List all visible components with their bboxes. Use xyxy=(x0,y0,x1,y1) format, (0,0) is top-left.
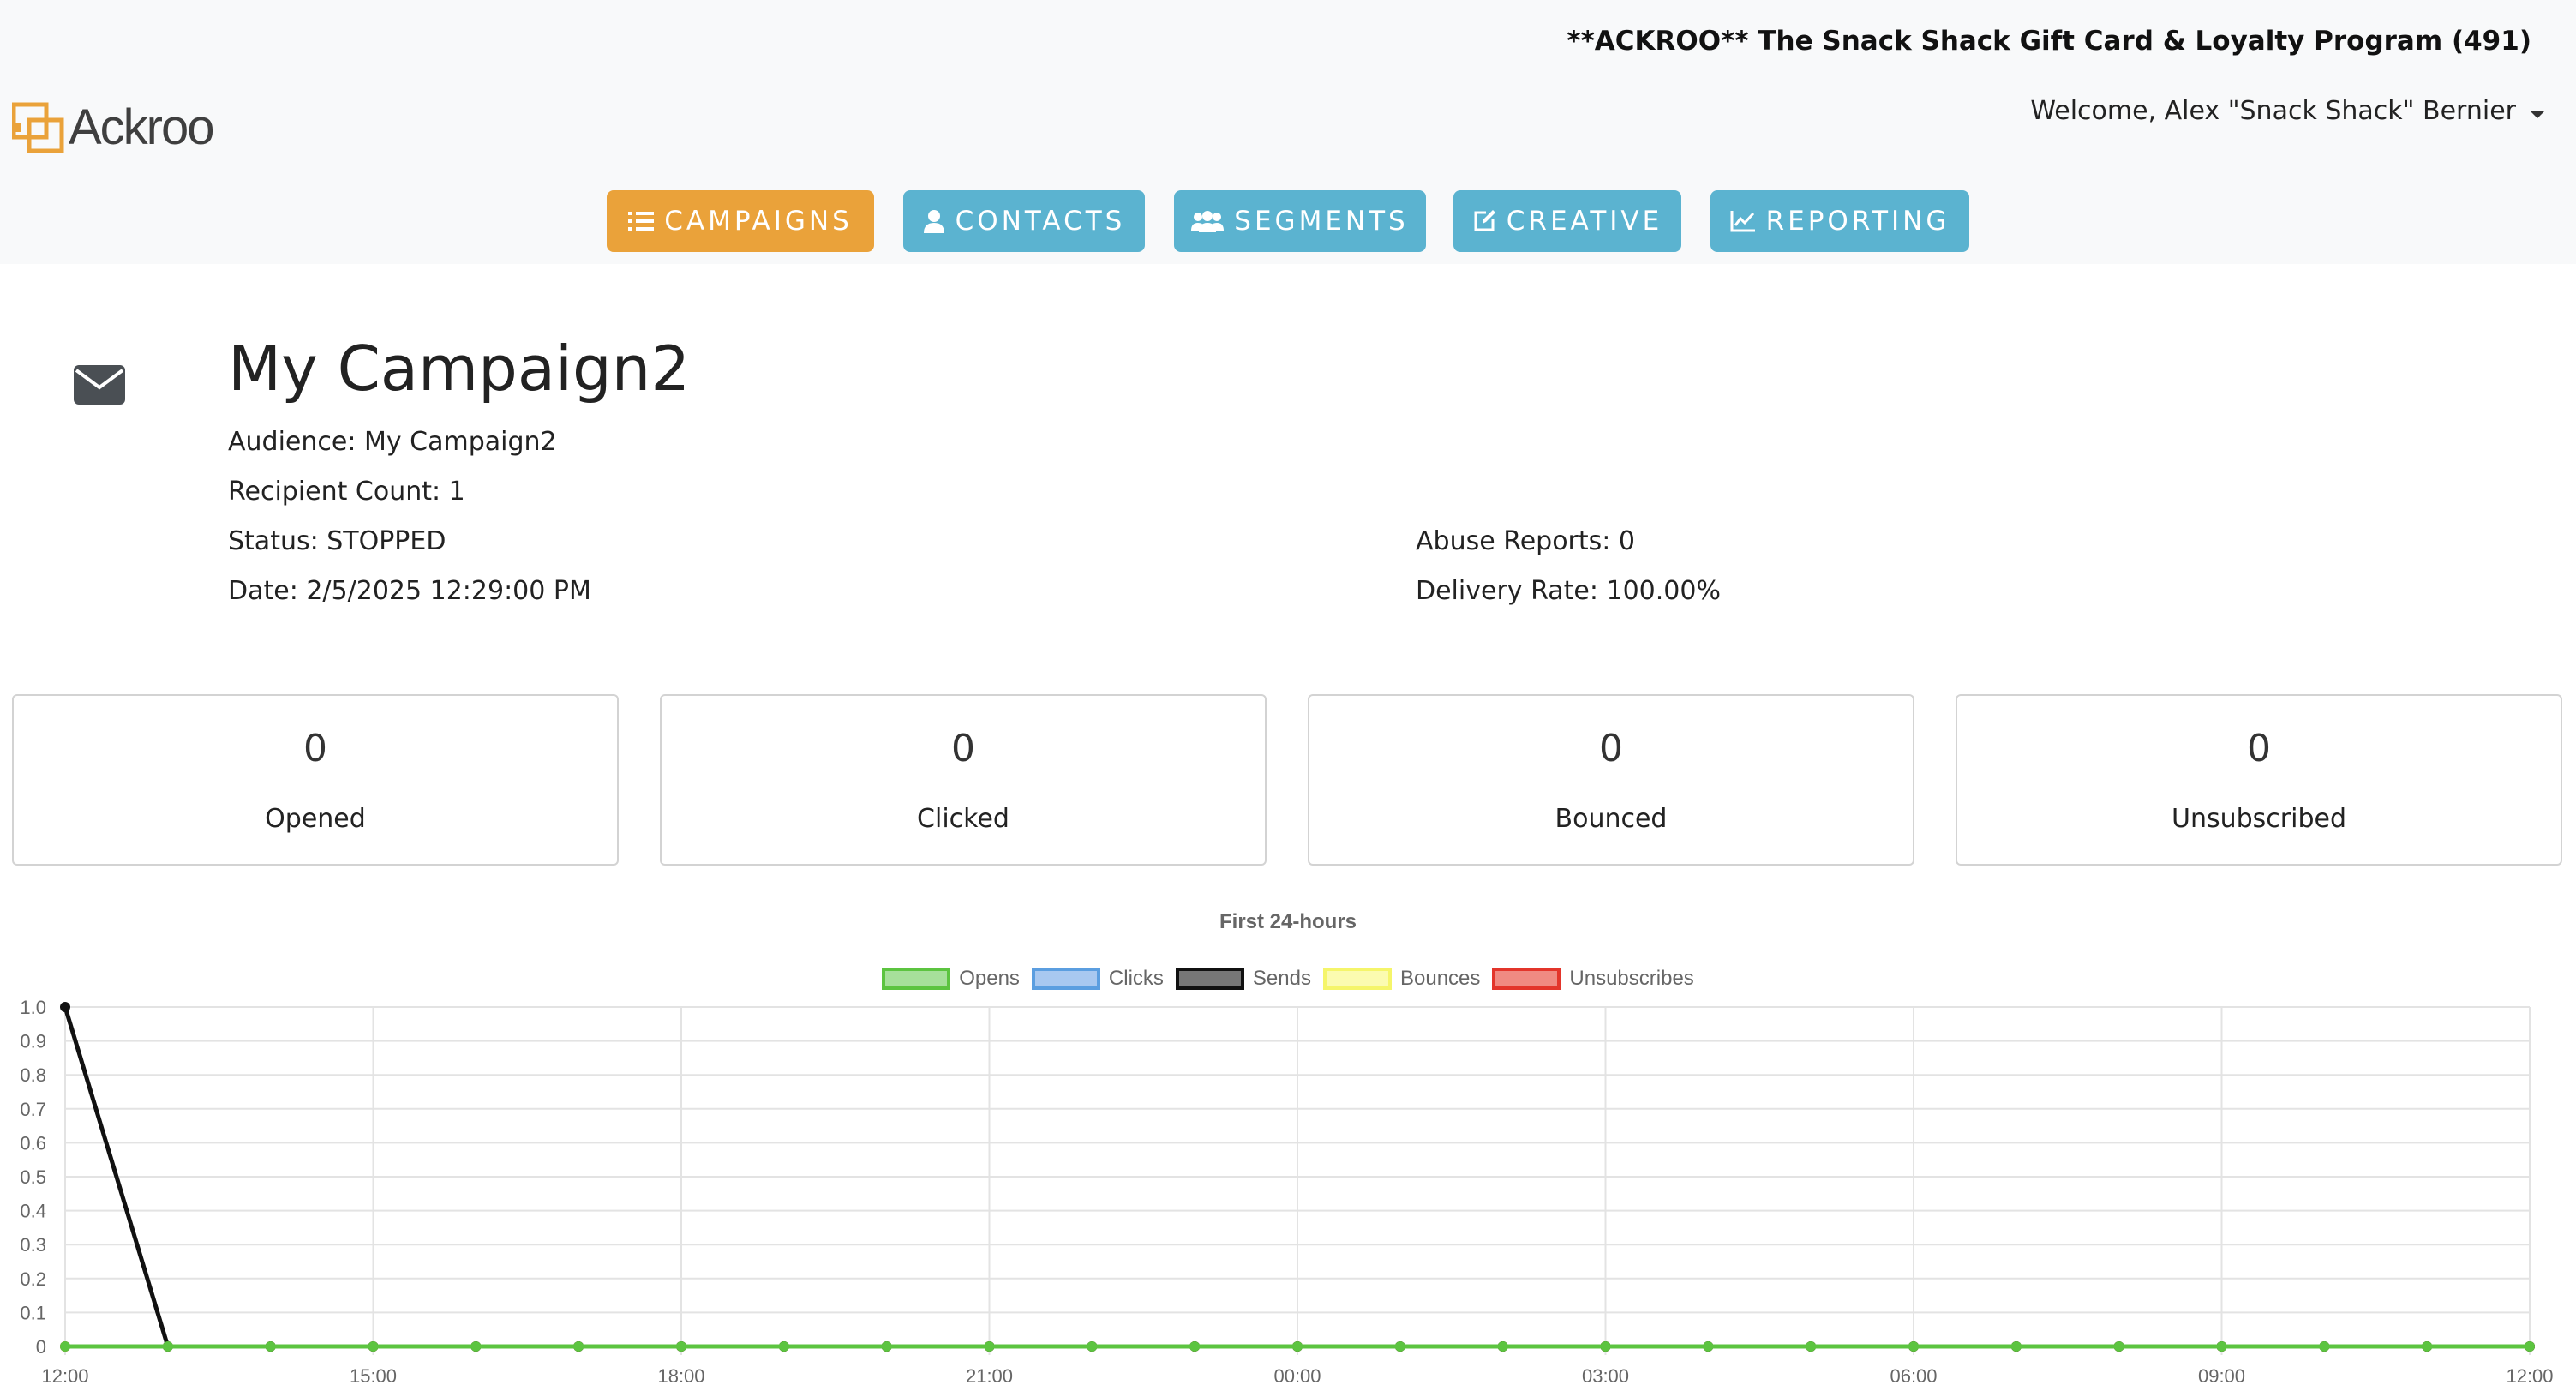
data-point-opens xyxy=(1703,1341,1714,1352)
y-tick-label: 0.6 xyxy=(20,1132,46,1154)
edit-icon xyxy=(1474,210,1495,231)
nav-creative[interactable]: CREATIVE xyxy=(1453,190,1681,252)
stat-card-clicked: 0 Clicked xyxy=(660,694,1267,866)
audience-text: Audience: My Campaign2 xyxy=(228,427,557,457)
abuse-reports: Abuse Reports: 0 xyxy=(1416,526,1636,556)
chart-title: First 24-hours xyxy=(1219,910,1357,933)
x-tick-label: 03:00 xyxy=(1582,1365,1629,1387)
data-point-opens xyxy=(60,1341,70,1352)
nav-label: CONTACTS xyxy=(955,206,1126,237)
data-point-opens xyxy=(676,1341,686,1352)
ackroo-logo-icon xyxy=(12,102,64,153)
nav-reporting[interactable]: REPORTING xyxy=(1710,190,1969,252)
user-menu[interactable]: Welcome, Alex "Snack Shack" Bernier xyxy=(2030,96,2545,126)
data-point-opens xyxy=(2010,1341,2022,1352)
y-tick-label: 0 xyxy=(36,1336,46,1358)
stat-card-unsubscribed: 0 Unsubscribed xyxy=(1956,694,2562,866)
date-text: Date: 2/5/2025 12:29:00 PM xyxy=(228,576,591,606)
data-point-opens xyxy=(1394,1341,1405,1352)
data-point-opens xyxy=(470,1341,482,1352)
stat-label: Clicked xyxy=(917,804,1009,834)
main-nav: CAMPAIGNS CONTACTS SEGMENTS CREATIVE REP… xyxy=(0,190,2576,252)
caret-down-icon xyxy=(2530,111,2545,118)
data-point-opens xyxy=(881,1341,892,1352)
stat-label: Unsubscribed xyxy=(2172,804,2346,834)
data-point-opens xyxy=(2216,1341,2227,1352)
y-tick-label: 0.4 xyxy=(20,1201,46,1222)
data-point-opens xyxy=(984,1341,995,1352)
envelope-icon xyxy=(74,365,125,405)
nav-contacts[interactable]: CONTACTS xyxy=(903,190,1145,252)
y-tick-label: 0.7 xyxy=(20,1099,46,1120)
stat-value: 0 xyxy=(2247,727,2271,770)
y-tick-label: 0.5 xyxy=(20,1166,46,1188)
data-point-opens xyxy=(573,1341,584,1352)
data-point-opens xyxy=(2319,1341,2330,1352)
y-tick-label: 0.1 xyxy=(20,1302,46,1323)
data-point-opens xyxy=(1087,1341,1098,1352)
status-text: Status: STOPPED xyxy=(228,526,446,556)
data-point-opens xyxy=(1292,1341,1303,1352)
program-name: **ACKROO** The Snack Shack Gift Card & L… xyxy=(1567,26,2531,57)
stat-card-opened: 0 Opened xyxy=(12,694,619,866)
y-tick-label: 0.9 xyxy=(20,1031,46,1052)
y-tick-label: 0.3 xyxy=(20,1234,46,1256)
nav-label: SEGMENTS xyxy=(1234,206,1409,237)
stat-label: Opened xyxy=(265,804,366,834)
x-tick-label: 00:00 xyxy=(1273,1365,1321,1387)
x-tick-label: 15:00 xyxy=(350,1365,397,1387)
nav-label: CAMPAIGNS xyxy=(664,206,853,237)
nav-campaigns[interactable]: CAMPAIGNS xyxy=(607,190,874,252)
data-point-opens xyxy=(1600,1341,1611,1352)
x-tick-label: 06:00 xyxy=(1890,1365,1937,1387)
line-chart: 0 0.1 0.2 0.3 0.4 0.5 0.6 0.7 0.8 0.9 1.0 12:00 15:0… xyxy=(20,997,2553,1387)
welcome-text: Welcome, Alex "Snack Shack" Bernier xyxy=(2030,96,2516,126)
users-icon xyxy=(1191,211,1225,232)
x-tick-label: 12:00 xyxy=(2506,1365,2553,1387)
line-chart-icon xyxy=(1730,211,1755,232)
delivery-rate: Delivery Rate: 100.00% xyxy=(1416,576,1721,606)
stat-card-bounced: 0 Bounced xyxy=(1308,694,1914,866)
y-tick-label: 0.2 xyxy=(20,1268,46,1290)
data-point-opens xyxy=(2525,1341,2535,1352)
data-point-opens xyxy=(368,1341,379,1352)
recipient-count: Recipient Count: 1 xyxy=(228,477,465,507)
data-point-opens xyxy=(778,1341,789,1352)
nav-label: REPORTING xyxy=(1765,206,1950,237)
x-tick-label: 12:00 xyxy=(41,1365,88,1387)
logo[interactable]: Ackroo xyxy=(12,99,215,155)
data-point-opens xyxy=(162,1341,173,1352)
x-tick-label: 09:00 xyxy=(2198,1365,2245,1387)
stat-value: 0 xyxy=(951,727,975,770)
data-point-opens xyxy=(2422,1341,2433,1352)
logo-text: Ackroo xyxy=(69,99,215,155)
data-point-opens xyxy=(1806,1341,1817,1352)
nav-segments[interactable]: SEGMENTS xyxy=(1174,190,1426,252)
data-point-opens xyxy=(1189,1341,1201,1352)
x-tick-label: 21:00 xyxy=(966,1365,1013,1387)
data-point-opens xyxy=(1497,1341,1508,1352)
user-icon xyxy=(923,210,944,233)
data-point-opens xyxy=(265,1341,276,1352)
stat-value: 0 xyxy=(1599,727,1623,770)
nav-label: CREATIVE xyxy=(1506,206,1663,237)
y-tick-label: 0.8 xyxy=(20,1064,46,1086)
x-tick-label: 18:00 xyxy=(657,1365,704,1387)
list-icon xyxy=(628,212,655,231)
top-bar: **ACKROO** The Snack Shack Gift Card & L… xyxy=(0,0,2576,264)
stat-value: 0 xyxy=(303,727,327,770)
data-point-opens xyxy=(1908,1341,1919,1352)
data-point-sends xyxy=(60,1002,70,1012)
stat-label: Bounced xyxy=(1555,804,1668,834)
y-tick-label: 1.0 xyxy=(20,997,46,1018)
data-point-opens xyxy=(2113,1341,2124,1352)
campaign-title: My Campaign2 xyxy=(228,333,691,405)
